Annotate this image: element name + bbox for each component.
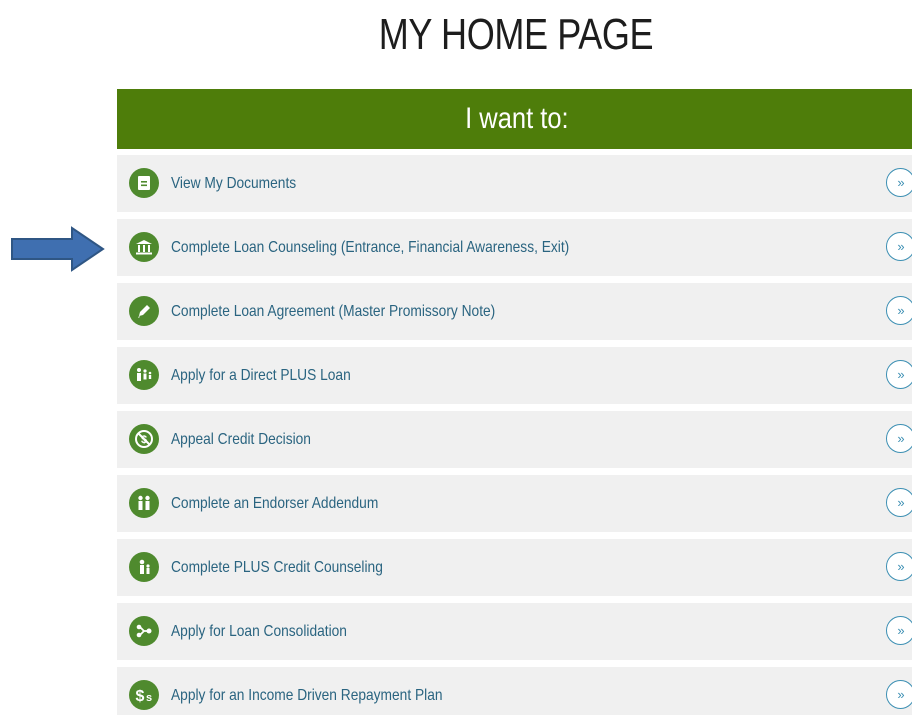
action-loan-agreement[interactable]: Complete Loan Agreement (Master Promisso… [117,283,912,340]
no-dollar-icon: $ [129,424,159,454]
action-income-driven-repayment[interactable]: $ s Apply for an Income Driven Repayment … [117,667,912,715]
go-arrow-button[interactable]: » [886,680,912,709]
action-appeal-credit[interactable]: $ Appeal Credit Decision » [117,411,912,468]
action-label[interactable]: Complete an Endorser Addendum [171,475,378,532]
go-arrow-button[interactable]: » [886,360,912,389]
go-arrow-button[interactable]: » [886,552,912,581]
go-arrow-button[interactable]: » [886,488,912,517]
action-label[interactable]: Apply for a Direct PLUS Loan [171,347,351,404]
bank-icon [129,232,159,262]
highlight-arrow-icon [11,226,105,272]
go-arrow-button[interactable]: » [886,616,912,645]
action-label[interactable]: Apply for an Income Driven Repayment Pla… [171,667,443,715]
svg-text:$: $ [136,688,145,704]
go-arrow-button[interactable]: » [886,168,912,197]
family-icon [129,360,159,390]
action-label[interactable]: View My Documents [171,155,296,212]
action-loan-consolidation[interactable]: Apply for Loan Consolidation » [117,603,912,660]
action-label[interactable]: Complete Loan Counseling (Entrance, Fina… [171,219,569,276]
panel-header: I want to: [117,89,912,149]
go-arrow-button[interactable]: » [886,424,912,453]
action-list: View My Documents » Complete Loan Counse… [117,155,912,715]
action-view-documents[interactable]: View My Documents » [117,155,912,212]
action-plus-credit-counseling[interactable]: Complete PLUS Credit Counseling » [117,539,912,596]
document-icon [129,168,159,198]
action-direct-plus-loan[interactable]: Apply for a Direct PLUS Loan » [117,347,912,404]
action-label[interactable]: Complete Loan Agreement (Master Promisso… [171,283,495,340]
action-label[interactable]: Appeal Credit Decision [171,411,311,468]
two-people-icon [129,488,159,518]
action-label[interactable]: Apply for Loan Consolidation [171,603,347,660]
go-arrow-button[interactable]: » [886,296,912,325]
page-title: MY HOME PAGE [378,10,654,59]
parent-child-icon [129,552,159,582]
go-arrow-button[interactable]: » [886,232,912,261]
panel-header-text: I want to: [465,102,569,135]
dollar-icon: $ s [129,680,159,710]
merge-icon [129,616,159,646]
action-endorser-addendum[interactable]: Complete an Endorser Addendum » [117,475,912,532]
svg-text:s: s [146,692,152,704]
action-label[interactable]: Complete PLUS Credit Counseling [171,539,383,596]
svg-text:$: $ [141,434,147,446]
action-loan-counseling[interactable]: Complete Loan Counseling (Entrance, Fina… [117,219,912,276]
pencil-icon [129,296,159,326]
